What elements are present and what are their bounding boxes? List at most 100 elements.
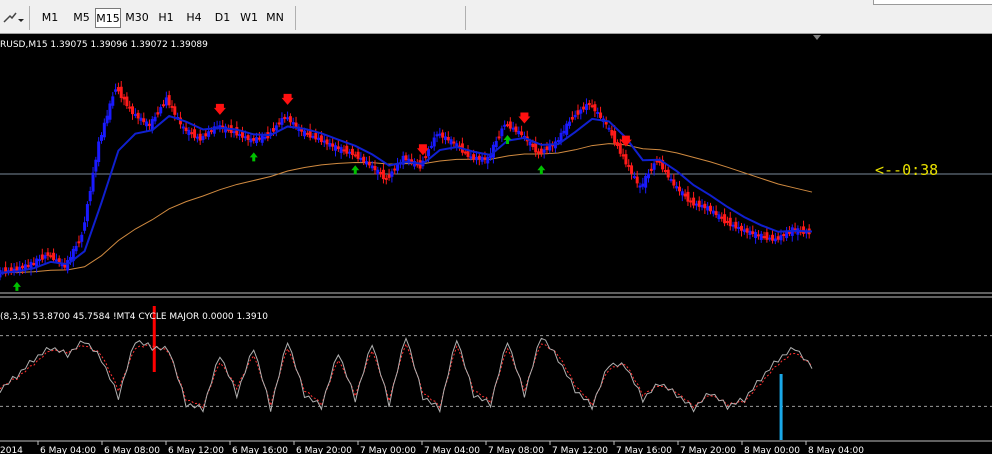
bull-candle <box>486 156 490 164</box>
time-label: 2014 <box>0 446 23 454</box>
timeframe-w1-button[interactable]: W1 <box>237 8 261 28</box>
bull-candle <box>91 172 95 192</box>
bull-candle <box>638 185 642 188</box>
bull-candle <box>429 145 433 148</box>
timeframe-m1-button[interactable]: M1 <box>36 8 64 28</box>
bear-candle <box>147 123 151 126</box>
bull-candle <box>556 140 560 143</box>
bull-candle <box>717 214 721 220</box>
bear-candle <box>740 225 744 231</box>
bull-candle <box>517 130 521 135</box>
time-label: 7 May 20:00 <box>680 446 736 454</box>
bull-candle <box>114 89 118 92</box>
timeframe-h4-button[interactable]: H4 <box>181 8 207 28</box>
bull-candle <box>286 117 290 120</box>
bull-candle <box>511 127 515 130</box>
bull-candle <box>494 141 498 148</box>
bull-candle <box>568 121 572 126</box>
bull-candle <box>94 159 98 172</box>
timeframe-h1-button[interactable]: H1 <box>153 8 179 28</box>
bear-candle <box>136 112 140 119</box>
bear-candle <box>184 127 188 132</box>
bear-candle <box>672 179 676 186</box>
bear-candle <box>190 132 194 135</box>
bull-candle <box>562 130 566 134</box>
bull-candle <box>768 237 772 240</box>
bull-candle <box>139 117 143 121</box>
bull-candle <box>469 156 473 159</box>
bear-candle <box>170 105 174 108</box>
bear-candle <box>452 141 456 144</box>
bull-candle <box>102 122 106 138</box>
chart-area[interactable]: 2014 6 May 04:00 6 May 08:00 6 May 12:00 6 M… <box>0 34 992 454</box>
bear-candle <box>520 131 524 136</box>
bull-candle <box>779 235 783 241</box>
timeframe-mn-button[interactable]: MN <box>263 8 287 28</box>
bear-candle <box>77 241 81 244</box>
bear-candle <box>590 105 594 108</box>
bear-candle <box>703 203 707 209</box>
bear-candle <box>362 156 366 163</box>
bull-candle <box>528 141 532 146</box>
bear-candle <box>446 137 450 141</box>
toolbar-separator <box>295 6 296 30</box>
bear-candle <box>776 236 780 240</box>
bear-candle <box>235 127 239 136</box>
bull-candle <box>579 109 583 114</box>
bear-candle <box>745 228 749 233</box>
bull-candle <box>255 137 259 144</box>
time-label: 8 May 00:00 <box>744 446 800 454</box>
bull-candle <box>37 259 41 262</box>
bull-candle <box>680 191 684 196</box>
bear-candle <box>666 169 670 178</box>
bear-candle <box>142 118 146 123</box>
bull-candle <box>694 203 698 206</box>
indicator-header: (8,3,5) 53.8700 45.7584 !MT4 CYCLE MAJOR… <box>0 312 268 322</box>
bull-candle <box>706 206 710 211</box>
bear-candle <box>204 133 208 137</box>
timeframe-m15-button[interactable]: M15 <box>95 8 121 28</box>
bull-candle <box>711 210 715 214</box>
bull-candle <box>641 183 645 187</box>
bear-candle <box>683 193 687 197</box>
bull-candle <box>365 161 369 165</box>
bull-candle <box>474 156 478 161</box>
bull-candle <box>195 136 199 139</box>
bull-candle <box>317 137 321 140</box>
bull-candle <box>164 97 168 106</box>
bear-candle <box>424 156 428 159</box>
bull-candle <box>187 129 191 136</box>
bull-candle <box>584 104 588 110</box>
time-label: 7 May 08:00 <box>488 446 544 454</box>
bear-candle <box>271 128 275 132</box>
bull-candle <box>133 113 137 116</box>
drawing-tools-icon[interactable] <box>2 10 24 26</box>
time-label: 6 May 20:00 <box>296 446 352 454</box>
bull-candle <box>322 140 326 143</box>
bull-candle <box>348 151 352 154</box>
bear-candle <box>720 216 724 219</box>
bear-candle <box>277 122 281 125</box>
bull-candle <box>243 136 247 139</box>
bull-candle <box>97 141 101 163</box>
bull-candle <box>74 245 78 252</box>
bull-candle <box>359 157 363 160</box>
bull-candle <box>159 107 163 114</box>
bull-candle <box>443 136 447 140</box>
timeframe-d1-button[interactable]: D1 <box>210 8 235 28</box>
bear-candle <box>294 122 298 127</box>
bear-candle <box>765 232 769 240</box>
bear-candle <box>545 146 549 150</box>
bull-candle <box>500 128 504 137</box>
bull-candle <box>737 227 741 230</box>
bear-candle <box>198 133 202 141</box>
bear-candle <box>336 146 340 150</box>
bull-candle <box>334 145 338 151</box>
bear-candle <box>497 136 501 139</box>
timeframe-m30-button[interactable]: M30 <box>123 8 151 28</box>
bull-candle <box>201 136 205 141</box>
bull-candle <box>303 130 306 137</box>
search-box[interactable] <box>873 0 992 5</box>
timeframe-m5-button[interactable]: M5 <box>68 8 95 28</box>
candle-countdown: <--0:38 <box>875 161 938 179</box>
